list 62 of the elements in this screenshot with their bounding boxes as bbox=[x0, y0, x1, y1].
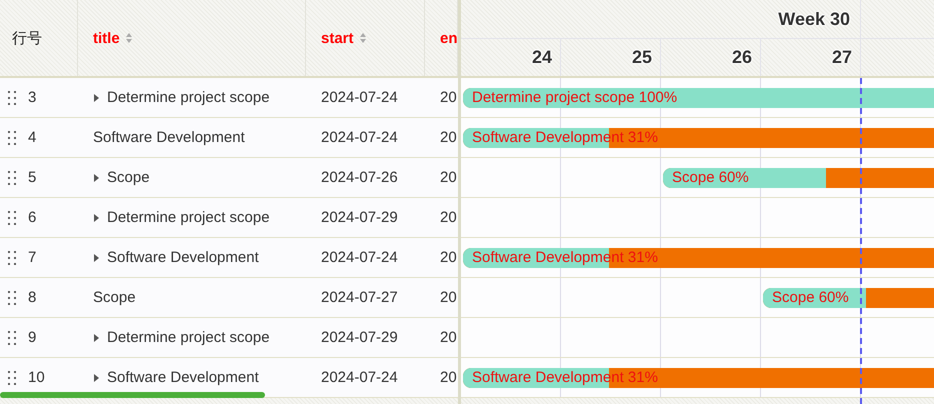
column-header[interactable]: title bbox=[93, 30, 120, 46]
expand-caret-icon[interactable] bbox=[94, 374, 99, 382]
column-header[interactable]: start bbox=[321, 30, 354, 46]
row-number: 3 bbox=[28, 89, 36, 106]
start-cell-text: 2024-07-24 bbox=[320, 249, 399, 266]
expand-caret-icon[interactable] bbox=[94, 214, 99, 222]
end-cell-text: 20 bbox=[439, 209, 458, 226]
title-cell: Software Development bbox=[93, 129, 245, 146]
row-number: 8 bbox=[28, 289, 36, 306]
start-cell-text: 2024-07-24 bbox=[320, 369, 399, 386]
task-bar-label: Scope 60% bbox=[672, 169, 749, 186]
title-cell: Scope bbox=[93, 289, 136, 306]
drag-handle-icon[interactable] bbox=[8, 330, 16, 344]
column-header: 行号 bbox=[12, 28, 42, 48]
day-label: 24 bbox=[532, 47, 552, 68]
week-label: Week 30 bbox=[778, 8, 850, 30]
title-cell: Scope bbox=[107, 169, 150, 186]
title-cell: Determine project scope bbox=[107, 89, 270, 106]
day-label: 27 bbox=[832, 47, 852, 68]
drag-handle-icon[interactable] bbox=[8, 130, 16, 144]
start-cell-text: 2024-07-27 bbox=[320, 289, 399, 306]
start-cell-text: 2024-07-29 bbox=[320, 329, 399, 346]
drag-handle-icon[interactable] bbox=[8, 170, 16, 184]
day-label: 25 bbox=[632, 47, 652, 68]
expand-caret-icon[interactable] bbox=[94, 174, 99, 182]
end-cell-text: 20 bbox=[439, 369, 458, 386]
task-bar[interactable]: Determine project scope 100% bbox=[463, 88, 934, 108]
task-bar[interactable]: Scope 60% bbox=[763, 288, 934, 308]
row-number: 7 bbox=[28, 249, 36, 266]
row-number: 9 bbox=[28, 329, 36, 346]
end-cell-text: 20 bbox=[439, 169, 458, 186]
end-cell-text: 20 bbox=[439, 89, 458, 106]
drag-handle-icon[interactable] bbox=[8, 250, 16, 264]
end-cell-text: 20 bbox=[439, 329, 458, 346]
row-number: 6 bbox=[28, 209, 36, 226]
expand-caret-icon[interactable] bbox=[94, 94, 99, 102]
title-cell: Determine project scope bbox=[107, 209, 270, 226]
start-cell-text: 2024-07-26 bbox=[320, 169, 399, 186]
title-cell: Determine project scope bbox=[107, 329, 270, 346]
start-cell-text: 2024-07-24 bbox=[320, 89, 399, 106]
end-cell-text: 20 bbox=[439, 129, 458, 146]
end-cell-text: 20 bbox=[439, 289, 458, 306]
row-number: 5 bbox=[28, 169, 36, 186]
drag-handle-icon[interactable] bbox=[8, 370, 16, 384]
task-bar[interactable]: Scope 60% bbox=[663, 168, 934, 188]
row-number: 4 bbox=[28, 129, 36, 146]
day-label: 26 bbox=[732, 47, 752, 68]
drag-handle-icon[interactable] bbox=[8, 210, 16, 224]
start-cell-text: 2024-07-24 bbox=[320, 129, 399, 146]
expand-caret-icon[interactable] bbox=[94, 334, 99, 342]
title-cell: Software Development bbox=[107, 249, 259, 266]
column-header: en bbox=[440, 30, 457, 46]
title-cell: Software Development bbox=[107, 369, 259, 386]
start-cell-text: 2024-07-29 bbox=[320, 209, 399, 226]
task-bar-label: Scope 60% bbox=[772, 289, 849, 306]
end-cell-text: 20 bbox=[439, 249, 458, 266]
row-number: 10 bbox=[28, 369, 45, 386]
drag-handle-icon[interactable] bbox=[8, 290, 16, 304]
expand-caret-icon[interactable] bbox=[94, 254, 99, 262]
task-bar-label: Determine project scope 100% bbox=[472, 89, 678, 106]
horizontal-scrollbar[interactable] bbox=[0, 392, 265, 398]
drag-handle-icon[interactable] bbox=[8, 90, 16, 104]
